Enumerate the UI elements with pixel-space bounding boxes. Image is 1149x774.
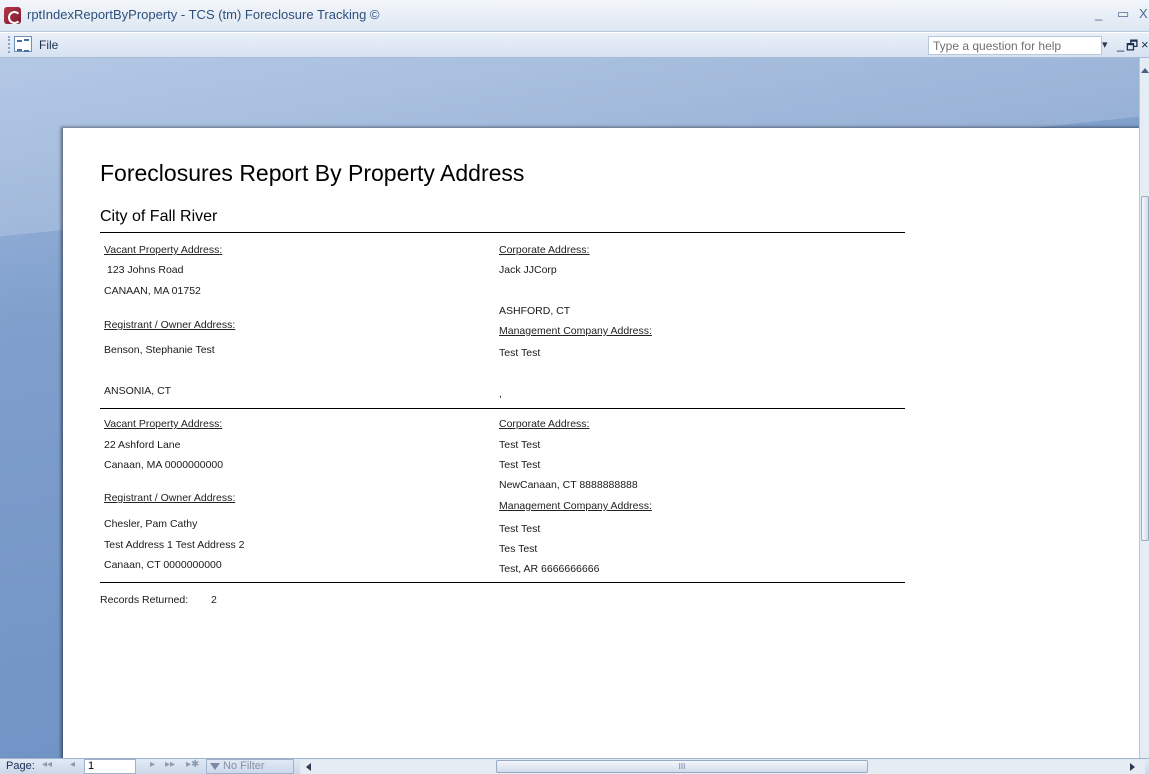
corporate-address-line3: NewCanaan, CT 8888888888 [499, 479, 638, 491]
header-divider [100, 232, 905, 233]
vacant-address-line2: Canaan, MA 0000000000 [104, 459, 224, 471]
report-subtitle: City of Fall River [100, 208, 218, 225]
access-app-icon [4, 7, 21, 24]
registrant-address-line2: Canaan, CT 0000000000 [104, 559, 222, 571]
vertical-scrollbar[interactable] [1139, 58, 1149, 758]
form-view-icon[interactable] [14, 36, 32, 52]
vacant-address-label: Vacant Property Address: [104, 418, 223, 430]
management-address-line1: Test Test [499, 523, 541, 535]
menu-file[interactable]: File [39, 38, 58, 52]
records-returned-value: 2 [211, 594, 217, 606]
window-title: rptIndexReportByProperty - TCS (tm) Fore… [27, 7, 380, 22]
document-close-button[interactable]: × [1141, 37, 1149, 52]
scroll-left-arrow-icon[interactable] [306, 763, 311, 771]
record-divider [100, 582, 905, 583]
corporate-address-line2: Test Test [499, 459, 541, 471]
minimize-button[interactable]: _ [1095, 6, 1102, 21]
record-divider [100, 408, 905, 409]
registrant-name: Chesler, Pam Cathy [104, 518, 198, 530]
window-titlebar: rptIndexReportByProperty - TCS (tm) Fore… [0, 0, 1149, 32]
corporate-address-label: Corporate Address: [499, 418, 590, 430]
menu-bar: File Type a question for help ▾ _ 🗗 × [0, 33, 1149, 58]
vacant-address-line1: 22 Ashford Lane [104, 439, 181, 451]
first-page-button[interactable]: ◂◂ [42, 759, 52, 770]
registrant-address-line2: ANSONIA, CT [104, 385, 172, 397]
filter-label: No Filter [223, 760, 265, 772]
corporate-address-line1: Jack JJCorp [499, 264, 557, 276]
scroll-right-arrow-icon[interactable] [1130, 763, 1135, 771]
document-minimize-button[interactable]: _ [1117, 37, 1124, 52]
close-button[interactable]: X [1139, 6, 1148, 21]
management-address-line3: Test, AR 6666666666 [499, 563, 600, 575]
document-restore-button[interactable]: 🗗 [1126, 37, 1138, 59]
registrant-address-label: Registrant / Owner Address: [104, 319, 236, 331]
registrant-name: Benson, Stephanie Test [104, 344, 215, 356]
report-preview-area[interactable]: Foreclosures Report By Property Address … [0, 58, 1139, 758]
navigation-bar: Page: ◂◂ ◂ 1 ▸ ▸▸ ▸✱ No Filter III [0, 758, 1149, 774]
management-address-line3: , [499, 388, 502, 400]
help-dropdown-icon[interactable]: ▾ [1102, 38, 1108, 51]
restore-button[interactable]: ▭ [1117, 6, 1129, 22]
scroll-up-arrow-icon[interactable] [1141, 68, 1149, 73]
toolbar-grip-icon [8, 36, 10, 53]
filter-icon [210, 762, 220, 770]
horizontal-scroll-thumb[interactable]: III [496, 760, 868, 773]
records-returned-label: Records Returned: [100, 594, 189, 606]
management-address-line2: Tes Test [499, 543, 538, 555]
last-page-button[interactable]: ▸▸ [165, 759, 175, 770]
management-address-label: Management Company Address: [499, 500, 652, 512]
registrant-address-label: Registrant / Owner Address: [104, 492, 236, 504]
vacant-address-line2: CANAAN, MA 01752 [104, 285, 201, 297]
page-number-input[interactable]: 1 [84, 759, 136, 774]
previous-page-button[interactable]: ◂ [70, 759, 75, 770]
page-label: Page: [6, 760, 35, 772]
vacant-address-label: Vacant Property Address: [104, 244, 223, 256]
report-title: Foreclosures Report By Property Address [100, 160, 525, 186]
new-record-button[interactable]: ▸✱ [186, 759, 199, 770]
help-search-input[interactable]: Type a question for help [928, 36, 1102, 55]
registrant-address-line1: Test Address 1 Test Address 2 [104, 539, 245, 551]
filter-toggle-button[interactable]: No Filter [206, 759, 294, 774]
vacant-address-line1: 123 Johns Road [107, 264, 184, 276]
corporate-address-line1: Test Test [499, 439, 541, 451]
corporate-address-label: Corporate Address: [499, 244, 590, 256]
management-address-line1: Test Test [499, 347, 541, 359]
report-page: Foreclosures Report By Property Address … [63, 128, 1139, 758]
vertical-scroll-thumb[interactable] [1141, 196, 1149, 541]
horizontal-scrollbar[interactable]: III [300, 760, 1145, 774]
next-page-button[interactable]: ▸ [150, 759, 155, 770]
management-address-label: Management Company Address: [499, 325, 652, 337]
corporate-address-line3: ASHFORD, CT [499, 305, 571, 317]
